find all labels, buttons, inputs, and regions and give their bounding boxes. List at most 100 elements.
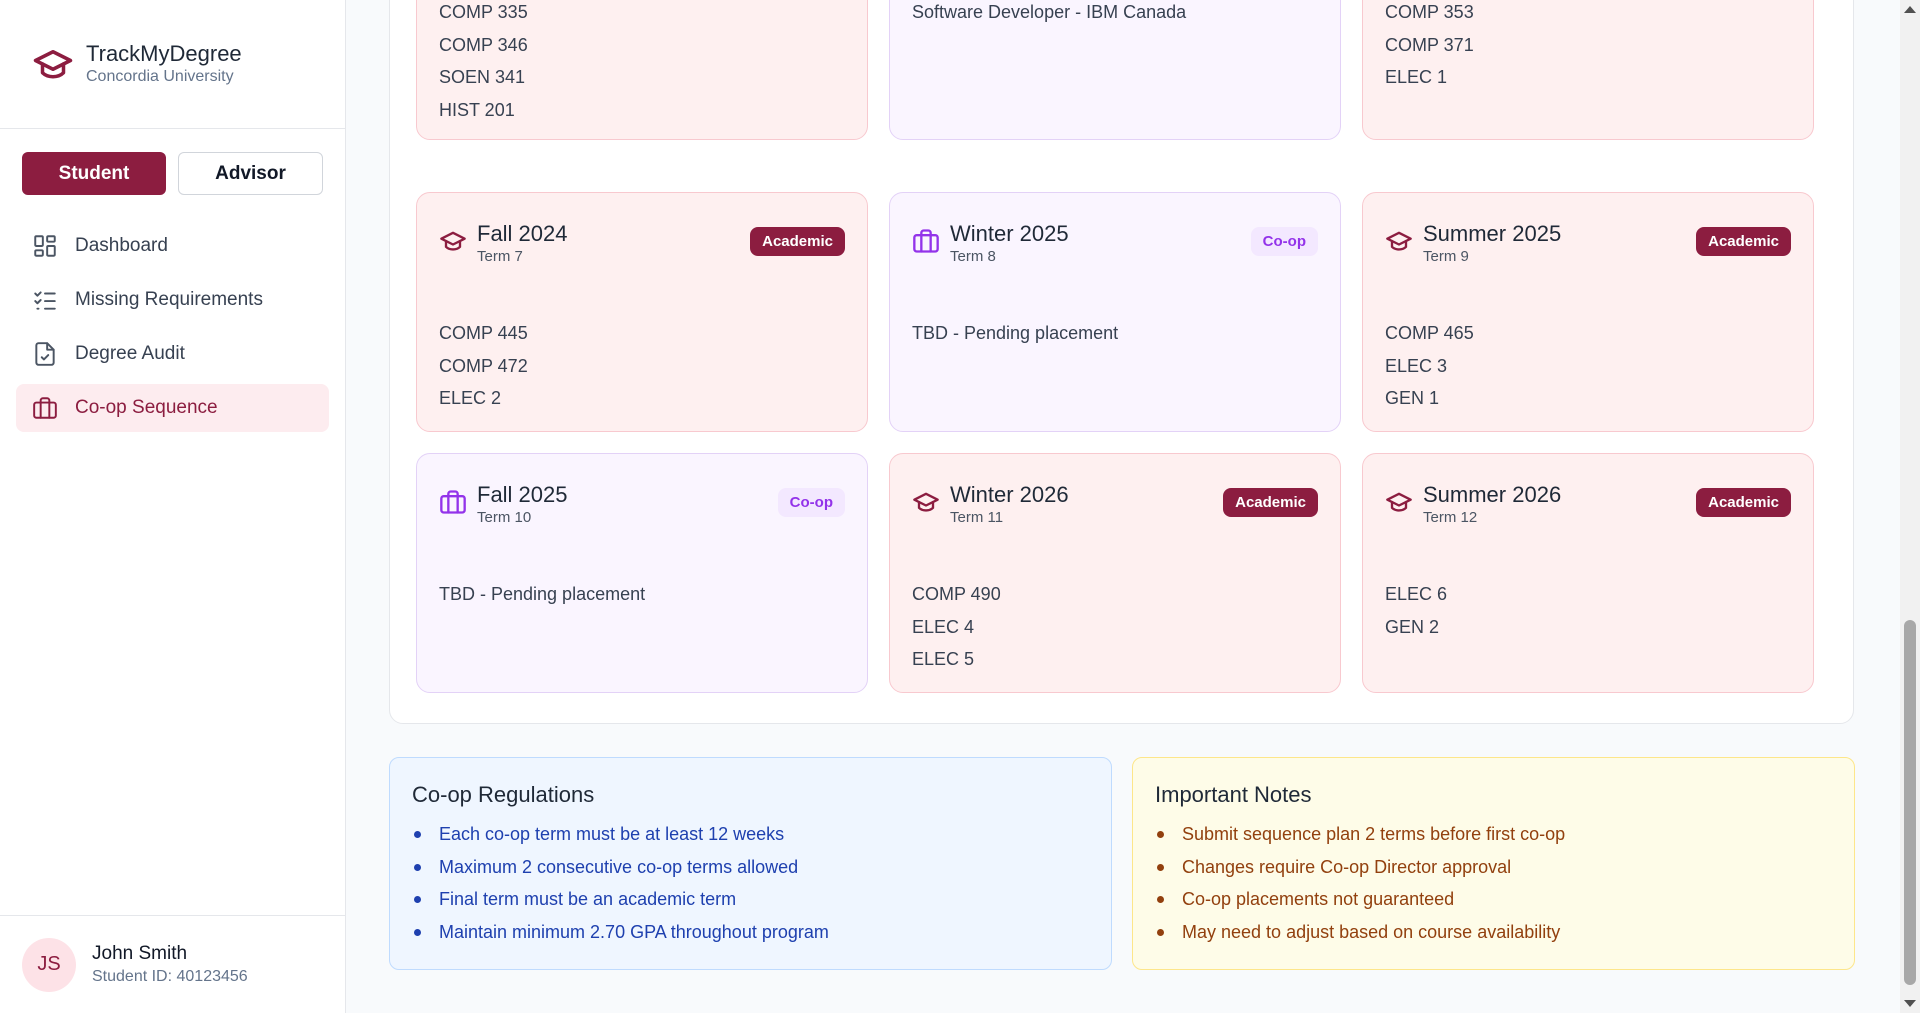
brand-subtitle: Concordia University [86,68,234,85]
term-number: Term 7 [477,248,523,265]
coop-sequence-panel: COMP 335 COMP 346 SOEN 341 HIST 201 Soft… [389,0,1854,724]
term-header: Fall 2024 Term 7 Academic [439,193,845,265]
term-number: Term 12 [1423,509,1478,526]
term-card-winter-2026: Winter 2026 Term 11 Academic COMP 490 EL… [889,453,1341,693]
term-card: Software Developer - IBM Canada [889,0,1341,140]
graduation-cap-icon [1386,231,1412,251]
scroll-down-icon[interactable] [1904,1000,1916,1007]
sidebar: TrackMyDegree Concordia University Stude… [0,0,346,1013]
course-list: COMP 465 ELEC 3 GEN 1 [1385,259,1791,415]
graduation-cap-icon [1386,492,1412,512]
notes-title: Important Notes [1155,782,1312,807]
list-item: Maintain minimum 2.70 GPA throughout pro… [412,916,1089,949]
list-item: Each co-op term must be at least 12 week… [412,818,1089,851]
main-content: COMP 335 COMP 346 SOEN 341 HIST 201 Soft… [347,0,1897,1013]
term-title: Fall 2024 [477,221,568,246]
term-title: Summer 2026 [1423,482,1562,507]
term-card-summer-2025: Summer 2025 Term 9 Academic COMP 465 ELE… [1362,192,1814,432]
graduation-cap-icon [33,50,73,79]
coop-regulations-box: Co-op Regulations Each co-op term must b… [389,757,1112,970]
term-title: Winter 2026 [950,482,1069,507]
list-item: Submit sequence plan 2 terms before firs… [1155,818,1832,851]
course-list: COMP 445 COMP 472 ELEC 2 [439,259,845,415]
term-header: Winter 2026 Term 11 Academic [912,454,1318,526]
sidebar-item-coop-sequence[interactable]: Co-op Sequence [16,384,329,432]
file-check-icon [35,342,55,366]
term-title: Winter 2025 [950,221,1069,246]
role-switch: Student Advisor [0,129,345,195]
term-card: COMP 335 COMP 346 SOEN 341 HIST 201 [416,0,868,140]
term-type-badge: Academic [750,227,845,256]
graduation-cap-icon [913,492,939,512]
notes-list: Submit sequence plan 2 terms before firs… [1155,818,1832,949]
sidebar-nav: Dashboard Missing Requirements Degree Au… [0,195,345,432]
course-list: ELEC 6 GEN 2 [1385,520,1791,643]
course: TBD - Pending placement [912,323,1119,343]
course-list: COMP 335 COMP 346 SOEN 341 HIST 201 [439,0,845,126]
user-profile[interactable]: JS John Smith Student ID: 40123456 [0,915,346,1013]
term-card: COMP 353 COMP 371 ELEC 1 [1362,0,1814,140]
term-card-winter-2025: Winter 2025 Term 8 Co-op TBD - Pending p… [889,192,1341,432]
list-item: May need to adjust based on course avail… [1155,916,1832,949]
term-card-summer-2026: Summer 2026 Term 12 Academic ELEC 6 GEN … [1362,453,1814,693]
brand: TrackMyDegree Concordia University [0,0,345,129]
regulations-title: Co-op Regulations [412,782,595,807]
avatar: JS [22,937,76,992]
course: COMP 353 [1385,2,1474,22]
course: ELEC 6 [1385,584,1448,604]
course: COMP 472 [439,355,528,376]
course-list: TBD - Pending placement [912,259,1318,350]
course: COMP 335 [439,2,528,22]
graduation-cap-icon [440,231,466,251]
scroll-up-icon[interactable] [1904,6,1916,13]
course: Software Developer - IBM Canada [912,2,1187,22]
sidebar-item-missing-requirements[interactable]: Missing Requirements [16,276,329,324]
course: GEN 1 [1385,388,1440,408]
course: COMP 490 [912,584,1001,604]
term-title: Summer 2025 [1423,221,1562,246]
sidebar-item-dashboard[interactable]: Dashboard [16,222,329,270]
term-number: Term 8 [950,248,996,265]
checklist-icon [34,291,56,310]
regulations-list: Each co-op term must be at least 12 week… [412,818,1089,949]
course-list: COMP 490 ELEC 4 ELEC 5 [912,520,1318,676]
page-scrollbar[interactable] [1900,0,1920,1013]
term-number: Term 9 [1423,248,1469,265]
course: SOEN 341 [439,67,526,87]
course: TBD - Pending placement [439,584,646,604]
sidebar-item-label: Degree Audit [75,343,185,364]
list-item: Changes require Co-op Director approval [1155,851,1832,884]
term-card-fall-2024: Fall 2024 Term 7 Academic COMP 445 COMP … [416,192,868,432]
course: ELEC 3 [1385,355,1448,376]
scrollbar-thumb[interactable] [1904,620,1916,985]
advisor-role-button[interactable]: Advisor [178,152,323,195]
term-number: Term 11 [950,509,1004,526]
brand-title: TrackMyDegree [86,41,242,66]
list-item: Maximum 2 consecutive co-op terms allowe… [412,851,1089,884]
list-item: Co-op placements not guaranteed [1155,883,1832,916]
course: HIST 201 [439,99,515,120]
student-role-button[interactable]: Student [22,152,166,195]
course: GEN 2 [1385,616,1440,637]
sidebar-item-label: Co-op Sequence [75,397,218,418]
course: ELEC 1 [1385,67,1448,87]
course: ELEC 2 [439,388,502,408]
course: COMP 445 [439,323,528,343]
term-card-fall-2025: Fall 2025 Term 10 Co-op TBD - Pending pl… [416,453,868,693]
sidebar-item-degree-audit[interactable]: Degree Audit [16,330,329,378]
dashboard-icon [34,235,56,257]
term-type-badge: Academic [1223,488,1318,517]
term-type-badge: Academic [1696,227,1791,256]
briefcase-icon [33,397,57,419]
term-number: Term 10 [477,509,532,526]
sidebar-item-label: Dashboard [75,235,168,256]
course: COMP 371 [1385,34,1474,55]
course: COMP 465 [1385,323,1474,343]
course-list: Software Developer - IBM Canada [912,0,1318,29]
briefcase-icon [913,229,939,253]
briefcase-icon [440,490,466,514]
important-notes-box: Important Notes Submit sequence plan 2 t… [1132,757,1855,970]
term-header: Fall 2025 Term 10 Co-op [439,454,845,526]
term-header: Summer 2026 Term 12 Academic [1385,454,1791,526]
student-id: Student ID: 40123456 [92,967,248,985]
